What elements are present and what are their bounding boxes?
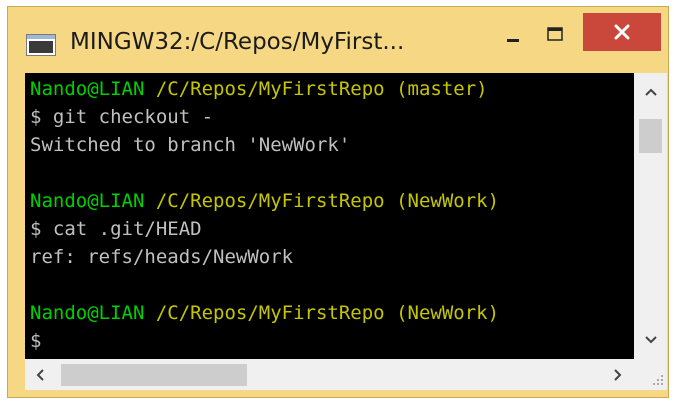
output-line: ref: refs/heads/NewWork — [30, 246, 294, 268]
prompt-branch: (master) — [396, 78, 488, 100]
horizontal-scrollbar[interactable] — [25, 359, 634, 390]
prompt-user: Nando@LIAN — [30, 190, 145, 212]
chevron-left-icon[interactable] — [35, 368, 45, 382]
prompt-line: Nando@LIAN /C/Repos/MyFirstRepo (master) — [30, 75, 488, 103]
maximize-icon — [547, 27, 563, 41]
minimize-icon — [507, 39, 519, 42]
prompt-branch: (NewWork) — [396, 302, 500, 324]
prompt-branch: (NewWork) — [396, 190, 500, 212]
prompt-path: /C/Repos/MyFirstRepo — [155, 78, 385, 100]
minimize-button[interactable] — [493, 21, 533, 51]
prompt-user: Nando@LIAN — [30, 78, 145, 100]
vertical-scroll-thumb[interactable] — [639, 119, 662, 153]
terminal-output[interactable]: Nando@LIAN /C/Repos/MyFirstRepo (master)… — [25, 73, 634, 359]
title-bar[interactable]: MINGW32:/C/Repos/MyFirst... — [8, 7, 668, 71]
vertical-scrollbar[interactable] — [634, 73, 667, 359]
chevron-up-icon[interactable] — [644, 87, 658, 97]
resize-grip-icon[interactable] — [634, 359, 667, 390]
close-button[interactable] — [583, 13, 661, 51]
prompt-line: Nando@LIAN /C/Repos/MyFirstRepo (NewWork… — [30, 187, 499, 215]
terminal-window-icon[interactable] — [26, 34, 56, 56]
chevron-right-icon[interactable] — [613, 368, 623, 382]
command-prompt[interactable]: $ — [30, 327, 41, 355]
scrollbar-corner — [634, 359, 667, 390]
close-icon — [614, 24, 630, 40]
output-line: Switched to branch 'NewWork' — [30, 134, 351, 156]
prompt-path: /C/Repos/MyFirstRepo — [155, 190, 385, 212]
chevron-down-icon[interactable] — [644, 335, 658, 345]
prompt-user: Nando@LIAN — [30, 302, 145, 324]
terminal-window: MINGW32:/C/Repos/MyFirst... Nando@LIAN /… — [7, 6, 669, 398]
command-line: $ cat .git/HEAD — [30, 218, 202, 240]
maximize-button[interactable] — [535, 21, 575, 51]
prompt-line: Nando@LIAN /C/Repos/MyFirstRepo (NewWork… — [30, 299, 499, 327]
horizontal-scroll-thumb[interactable] — [61, 364, 247, 386]
window-title: MINGW32:/C/Repos/MyFirst... — [70, 29, 405, 55]
command-line: $ git checkout - — [30, 106, 214, 128]
prompt-path: /C/Repos/MyFirstRepo — [155, 302, 385, 324]
